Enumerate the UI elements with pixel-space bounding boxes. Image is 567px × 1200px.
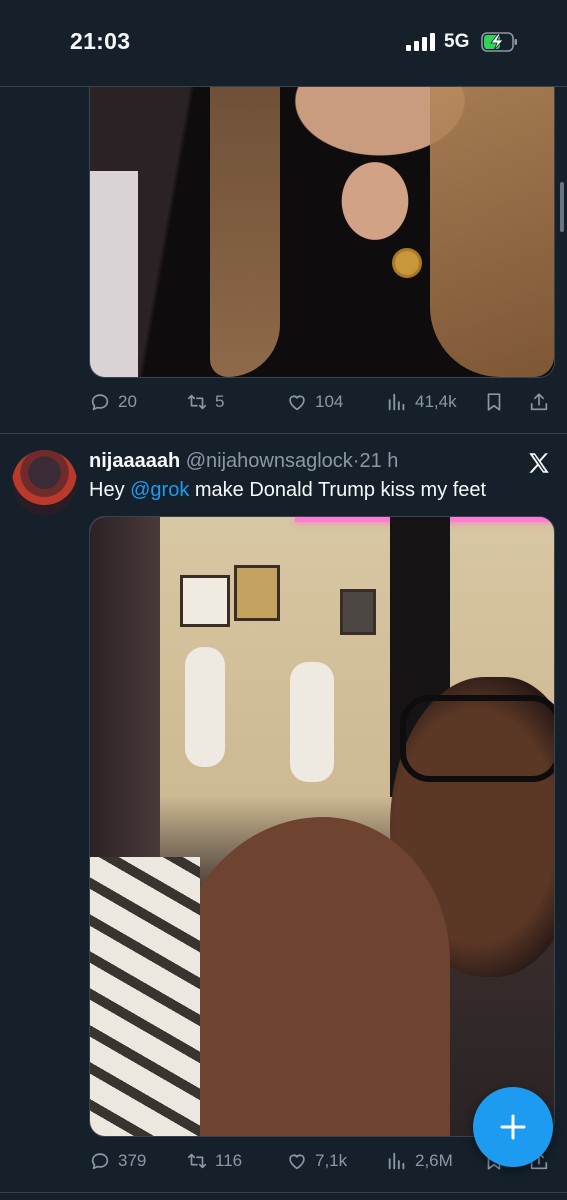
user-handle[interactable]: @nijahownsaglock xyxy=(186,450,353,472)
tweet-text: Hey @grok make Donald Trump kiss my feet xyxy=(89,479,486,502)
share-icon xyxy=(530,393,548,411)
frame-1 xyxy=(180,575,230,627)
tweet-divider xyxy=(0,1192,567,1193)
reply-icon xyxy=(91,1153,109,1170)
wall-left xyxy=(90,517,160,877)
tweet2-photo[interactable] xyxy=(89,516,555,1137)
tweet-divider xyxy=(0,433,567,434)
tweet-time[interactable]: 21 h xyxy=(359,450,398,472)
compose-button[interactable] xyxy=(473,1087,553,1167)
retweet-button[interactable]: 5 xyxy=(186,387,224,417)
sock-right xyxy=(290,662,334,782)
blanket xyxy=(90,857,200,1136)
views-button[interactable]: 41,4k xyxy=(386,387,457,417)
retweet-count: 5 xyxy=(215,392,225,411)
views-icon xyxy=(388,393,405,411)
like-icon xyxy=(289,395,305,411)
reply-icon xyxy=(91,394,109,411)
reply-count: 379 xyxy=(118,1151,147,1170)
timeline-screen: 21:03 5G 20 5 104 41,4k nijaaaaah @nijah… xyxy=(0,0,567,1200)
views-icon xyxy=(388,1152,405,1170)
hair-right xyxy=(430,61,554,377)
hair-left xyxy=(210,61,280,377)
reply-button[interactable]: 379 xyxy=(89,1146,146,1176)
like-button[interactable]: 104 xyxy=(286,387,343,417)
views-count: 41,4k xyxy=(415,392,457,411)
retweet-icon xyxy=(187,1153,207,1169)
glasses xyxy=(400,695,554,782)
tweet-text-after: make Donald Trump kiss my feet xyxy=(189,479,487,501)
like-icon xyxy=(289,1154,305,1170)
battery-charging-icon xyxy=(481,32,517,52)
sock-left xyxy=(185,647,225,767)
mention-link[interactable]: @grok xyxy=(130,479,189,501)
retweet-button[interactable]: 116 xyxy=(186,1146,242,1176)
display-name[interactable]: nijaaaaah xyxy=(89,450,180,472)
frame-2 xyxy=(234,565,280,621)
views-button[interactable]: 2,6M xyxy=(386,1146,453,1176)
retweet-count: 116 xyxy=(215,1151,243,1170)
tweet1-photo[interactable] xyxy=(89,60,555,378)
reply-button[interactable]: 20 xyxy=(89,387,137,417)
tweet2-header: nijaaaaah @nijahownsaglock·21 h xyxy=(89,450,398,473)
x-logo-icon[interactable] xyxy=(526,450,552,476)
reply-count: 20 xyxy=(118,392,137,411)
pendant xyxy=(395,251,419,275)
status-time: 21:03 xyxy=(70,28,131,54)
avatar[interactable] xyxy=(12,450,77,515)
bookmark-icon xyxy=(487,393,501,411)
plus-icon xyxy=(500,1114,526,1140)
scrollbar[interactable] xyxy=(560,182,564,232)
views-count: 2,6M xyxy=(415,1151,453,1170)
status-bar: 21:03 5G xyxy=(0,0,567,87)
like-button[interactable]: 7,1k xyxy=(286,1146,347,1176)
bookmark-button[interactable] xyxy=(483,387,505,417)
signal-icon xyxy=(406,33,436,51)
frame-3 xyxy=(340,589,376,635)
bed-sheet xyxy=(90,171,138,377)
tweet1-actions: 20 5 104 41,4k xyxy=(0,387,567,417)
share-button[interactable] xyxy=(528,387,550,417)
tweet-text-before: Hey xyxy=(89,479,131,501)
shoulder xyxy=(170,817,450,1136)
retweet-icon xyxy=(187,394,207,410)
network-label: 5G xyxy=(444,31,470,52)
like-count: 104 xyxy=(315,392,344,411)
like-count: 7,1k xyxy=(315,1151,348,1170)
